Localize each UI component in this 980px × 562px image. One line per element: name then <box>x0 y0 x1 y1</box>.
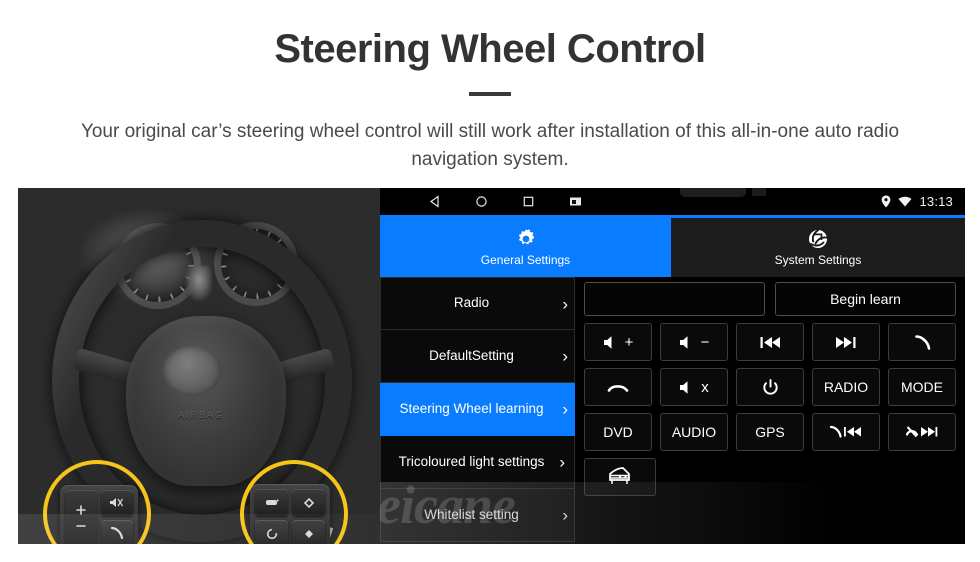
mute-key[interactable]: x <box>660 368 728 406</box>
previous-track-key[interactable] <box>736 323 804 361</box>
panel-row-4 <box>584 458 956 496</box>
content-area: AIRBAG 13:13 General Settings System Set… <box>18 188 965 544</box>
hangup-next-key[interactable] <box>888 413 956 451</box>
audio-key[interactable]: AUDIO <box>660 413 728 451</box>
phone-hangup-key[interactable] <box>584 368 652 406</box>
swirl-icon <box>807 228 829 250</box>
warning-light <box>186 266 212 300</box>
volume-up-key[interactable]: + <box>584 323 652 361</box>
dvd-key[interactable]: DVD <box>584 413 652 451</box>
tab-system-settings[interactable]: System Settings <box>671 218 965 277</box>
status-bar-notch <box>680 188 746 197</box>
sidebar-item-default-setting[interactable]: DefaultSetting › <box>380 330 575 383</box>
recents-icon[interactable] <box>522 195 535 208</box>
screenshot-icon[interactable] <box>569 196 582 207</box>
tab-general-settings-label: General Settings <box>480 253 571 267</box>
status-indicators: 13:13 <box>881 194 953 209</box>
panel-row-2: x RADIO MODE <box>584 368 956 406</box>
mute-suffix: x <box>701 378 709 396</box>
steering-wheel-learning-panel: Begin learn + − x RADIO MODE DVD AUDIO G… <box>575 277 965 544</box>
page-title: Steering Wheel Control <box>274 27 706 71</box>
gear-icon <box>515 228 537 250</box>
car-key[interactable] <box>584 458 656 496</box>
panel-row-display: Begin learn <box>584 282 956 316</box>
sidebar-item-whitelist-setting-label: Whitelist setting <box>424 506 519 522</box>
sidebar-item-radio-label: Radio <box>453 295 490 311</box>
android-status-bar: 13:13 <box>380 188 965 215</box>
sidebar-item-radio[interactable]: Radio › <box>380 277 575 330</box>
sidebar-item-steering-wheel-learning[interactable]: Steering Wheel learning › <box>380 383 575 436</box>
status-bar-time: 13:13 <box>919 194 953 209</box>
chevron-right-icon: › <box>562 399 568 419</box>
volume-up-suffix: + <box>624 333 634 351</box>
volume-down-suffix: − <box>700 333 710 351</box>
sidebar-item-whitelist-setting[interactable]: Whitelist setting › <box>380 489 575 542</box>
page-header: Steering Wheel Control Your original car… <box>0 0 980 173</box>
chevron-right-icon: › <box>559 452 565 472</box>
horn-pad <box>163 346 221 396</box>
begin-learn-button[interactable]: Begin learn <box>775 282 956 316</box>
radio-key[interactable]: RADIO <box>812 368 880 406</box>
tab-system-settings-label: System Settings <box>774 253 862 267</box>
panel-row-3: DVD AUDIO GPS <box>584 413 956 451</box>
head-unit-screen: 13:13 General Settings System Settings R… <box>380 188 965 544</box>
settings-body: Radio › DefaultSetting › Steering Wheel … <box>380 277 965 544</box>
home-icon[interactable] <box>475 195 488 208</box>
sidebar-item-steering-wheel-learning-label: Steering Wheel learning <box>399 400 544 416</box>
wifi-icon <box>898 196 912 207</box>
status-bar-notch-small <box>752 188 766 196</box>
sidebar-item-tricoloured-light-settings[interactable]: Tricoloured light settings › <box>380 436 575 489</box>
settings-sidebar: Radio › DefaultSetting › Steering Wheel … <box>380 277 575 544</box>
airbag-label: AIRBAG <box>178 410 225 420</box>
panel-row-1: + − <box>584 323 956 361</box>
volume-down-key[interactable]: − <box>660 323 728 361</box>
phone-previous-key[interactable] <box>812 413 880 451</box>
navigation-bar <box>428 195 582 208</box>
steering-wheel-hub <box>126 316 286 486</box>
sidebar-item-default-setting-label: DefaultSetting <box>429 347 514 363</box>
power-key[interactable] <box>736 368 804 406</box>
settings-tabs: General Settings System Settings <box>380 218 965 277</box>
page-subtitle: Your original car’s steering wheel contr… <box>80 121 900 170</box>
location-pin-icon <box>881 195 891 208</box>
chevron-right-icon: › <box>562 346 568 366</box>
chevron-right-icon: › <box>562 505 568 525</box>
phone-answer-key[interactable] <box>888 323 956 361</box>
chevron-right-icon: › <box>562 294 568 313</box>
title-divider <box>469 92 511 96</box>
learn-display-field[interactable] <box>584 282 765 316</box>
next-track-key[interactable] <box>812 323 880 361</box>
mode-key[interactable]: MODE <box>888 368 956 406</box>
sidebar-item-tricoloured-light-settings-label: Tricoloured light settings <box>398 453 545 469</box>
back-icon[interactable] <box>428 195 441 208</box>
steering-wheel-photo: AIRBAG <box>18 188 380 544</box>
tab-general-settings[interactable]: General Settings <box>380 218 671 277</box>
gps-key[interactable]: GPS <box>736 413 804 451</box>
